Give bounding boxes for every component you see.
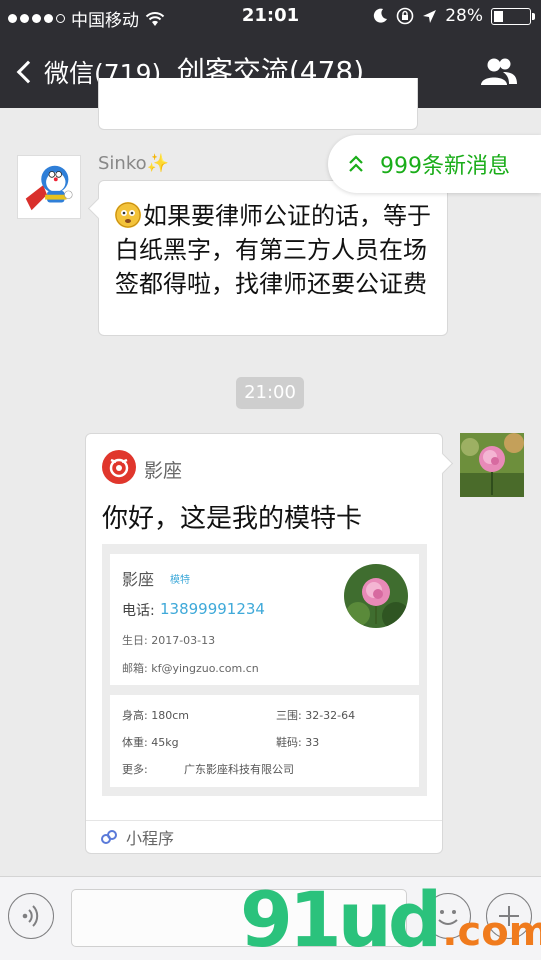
preview-measurements: 三围: 32-32-64 [276,709,356,722]
status-bar: 中国移动 21:01 28% [0,0,541,34]
preview-phone: 13899991234 [160,600,265,618]
message-timestamp: 21:00 [236,377,304,409]
status-right-group: 28% [372,6,535,26]
voice-input-button[interactable] [8,893,54,939]
sender-name: Sinko✨ [98,153,170,174]
rotation-lock-icon [396,7,414,25]
preview-tag: 模特 [170,575,190,586]
voice-icon [22,904,38,927]
mini-program-card[interactable]: 影座 你好，这是我的模特卡 影座 模特 电话: 13899991234 生日: … [85,433,443,854]
preview-birthday: 生日: 2017-03-13 [122,634,216,647]
preview-name: 影座 [122,570,155,589]
watermark-main: 91ud [240,875,442,960]
preview-details-section: 身高: 180cm 三围: 32-32-64 体重: 45kg 鞋码: 33 更… [110,695,419,787]
new-messages-button[interactable]: 999条新消息 [328,135,541,193]
app-logo-icon [102,450,136,484]
preview-profile-section: 影座 模特 电话: 13899991234 生日: 2017-03-13 邮箱:… [110,554,419,685]
preview-email: 邮箱: kf@yingzuo.com.cn [122,662,259,675]
message-text: 如果要律师公证的话，等于白纸黑字，有第三方人员在场签都得啦，找律师还要公证费 [115,202,431,298]
message-bubble[interactable]: 如果要律师公证的话，等于白纸黑字，有第三方人员在场签都得啦，找律师还要公证费 [98,180,448,336]
avatar[interactable] [17,155,81,219]
card-preview: 影座 模特 电话: 13899991234 生日: 2017-03-13 邮箱:… [102,544,427,796]
battery-icon [491,7,535,25]
double-chevron-up-icon [349,155,363,172]
new-messages-label: 999条新消息 [380,154,510,179]
watermark-logo: 91ud .com [240,880,541,960]
avatar[interactable] [460,433,524,497]
card-title: 你好，这是我的模特卡 [102,504,363,534]
card-footer: 小程序 [86,820,442,853]
mini-program-label: 小程序 [126,829,175,848]
preview-company: 广东影座科技有限公司 [184,763,294,776]
battery-percent: 28% [445,6,483,26]
previous-message-bubble[interactable] [98,78,418,130]
preview-more-label: 更多: [122,763,148,776]
moon-icon [374,8,388,23]
mini-program-icon [101,830,117,844]
preview-phone-label: 电话: [122,603,155,619]
location-icon [423,9,437,23]
group-members-icon[interactable] [479,56,519,86]
preview-shoe-size: 鞋码: 33 [276,736,320,749]
preview-weight: 体重: 45kg [122,736,179,749]
emoji-icon [115,202,141,228]
preview-height: 身高: 180cm [122,709,189,722]
watermark-tail: .com [442,909,541,955]
app-name: 影座 [144,460,183,482]
profile-photo [344,564,408,628]
